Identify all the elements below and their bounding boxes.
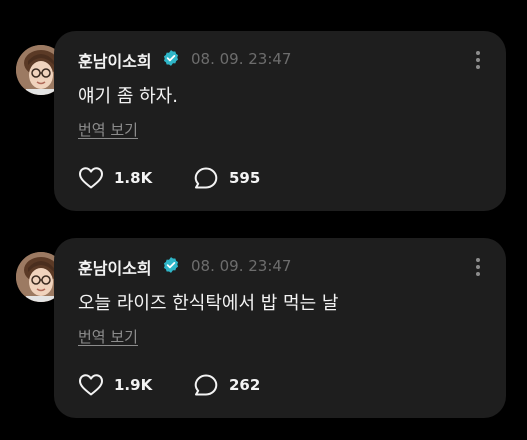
- author-name[interactable]: 훈남이소희: [78, 255, 152, 279]
- like-count: 1.8K: [114, 169, 153, 187]
- verified-badge-icon: [162, 256, 180, 274]
- reply-count: 595: [229, 169, 261, 187]
- reply-button[interactable]: 595: [193, 164, 260, 192]
- post-card[interactable]: 훈남이소희 08. 09. 23:47 오늘 라이즈 한식탁에서 밥 먹는 날 …: [54, 238, 506, 418]
- more-vertical-icon[interactable]: [470, 50, 486, 72]
- translate-link[interactable]: 번역 보기: [78, 119, 138, 140]
- author-name[interactable]: 훈남이소희: [78, 48, 152, 72]
- verified-badge-icon: [162, 49, 180, 67]
- more-vertical-icon[interactable]: [470, 257, 486, 279]
- post: 훈남이소희 08. 09. 23:47 얘기 좀 하자. 번역 보기 1.8K: [0, 25, 527, 215]
- like-button[interactable]: 1.9K: [78, 371, 152, 399]
- like-count: 1.9K: [114, 376, 153, 394]
- speech-bubble-icon: [194, 167, 218, 189]
- post-timestamp: 08. 09. 23:47: [191, 50, 292, 68]
- reply-button[interactable]: 262: [193, 371, 260, 399]
- post-card[interactable]: 훈남이소희 08. 09. 23:47 얘기 좀 하자. 번역 보기 1.8K: [54, 31, 506, 211]
- post-text: 오늘 라이즈 한식탁에서 밥 먹는 날: [78, 293, 339, 314]
- reply-count: 262: [229, 376, 261, 394]
- post-timestamp: 08. 09. 23:47: [191, 257, 292, 275]
- like-button[interactable]: 1.8K: [78, 164, 152, 192]
- speech-bubble-icon: [194, 374, 218, 396]
- heart-icon: [79, 374, 103, 396]
- post: 훈남이소희 08. 09. 23:47 오늘 라이즈 한식탁에서 밥 먹는 날 …: [0, 232, 527, 422]
- heart-icon: [79, 167, 103, 189]
- translate-link[interactable]: 번역 보기: [78, 326, 138, 347]
- post-text: 얘기 좀 하자.: [78, 86, 178, 107]
